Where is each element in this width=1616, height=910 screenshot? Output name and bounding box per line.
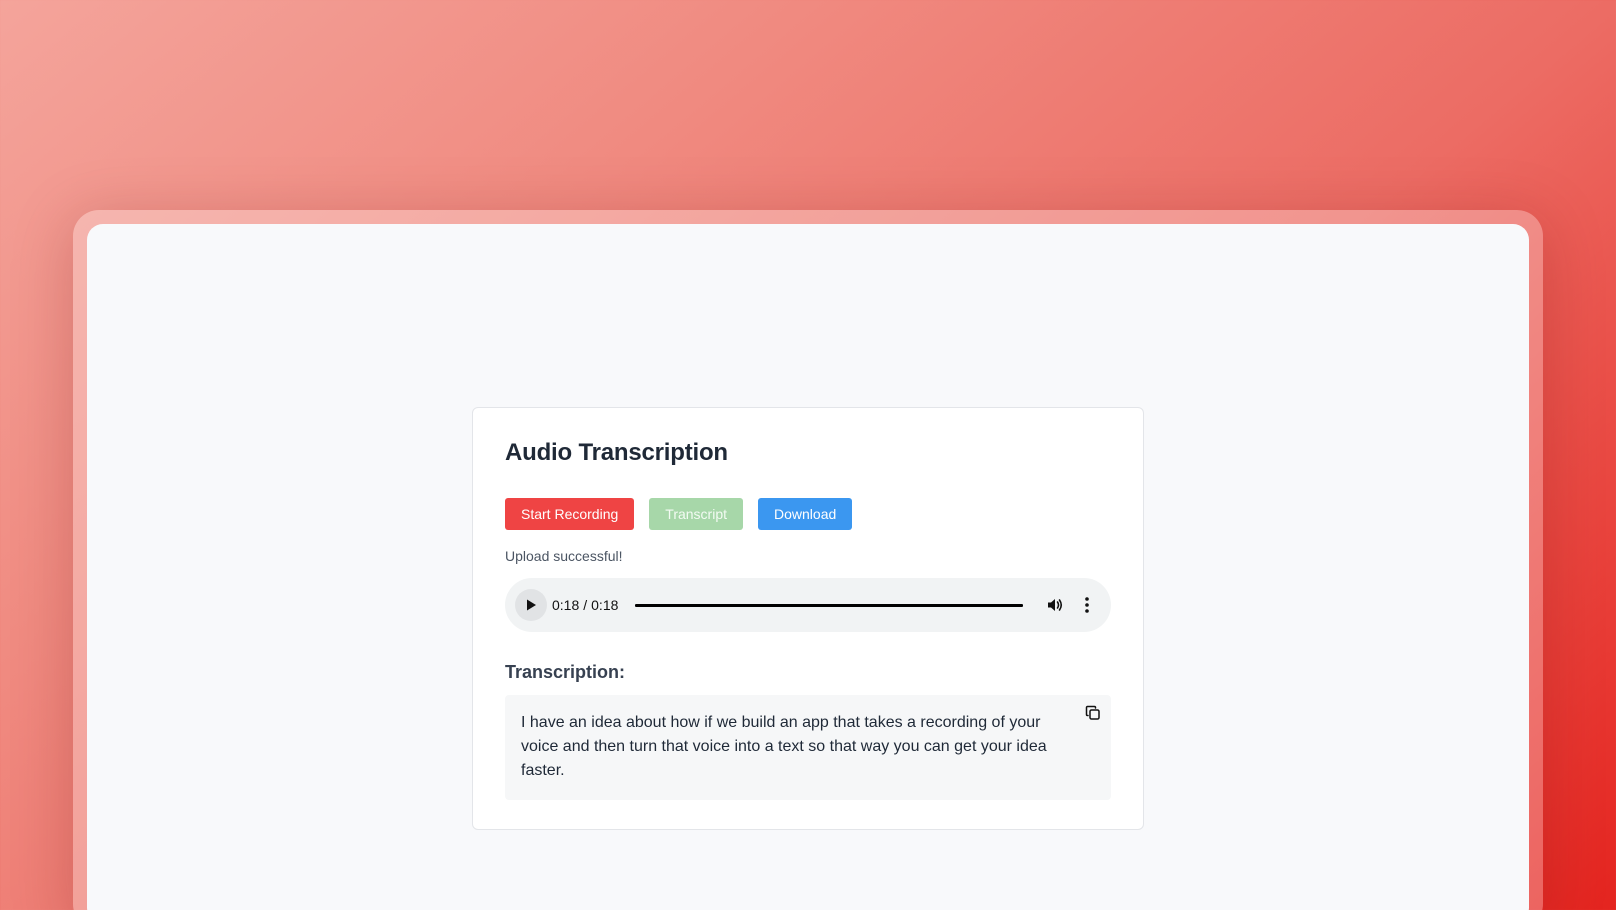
transcription-card: Audio Transcription Start Recording Tran… xyxy=(472,407,1144,830)
download-button[interactable]: Download xyxy=(758,498,853,530)
start-recording-button[interactable]: Start Recording xyxy=(505,498,635,530)
time-display: 0:18/0:18 xyxy=(552,597,619,613)
volume-icon xyxy=(1048,599,1063,611)
more-options-button[interactable] xyxy=(1075,593,1099,617)
volume-button[interactable] xyxy=(1043,593,1067,617)
copy-button[interactable] xyxy=(1083,703,1103,723)
current-time: 0:18 xyxy=(552,597,580,613)
copy-icon xyxy=(1085,705,1100,720)
status-message: Upload successful! xyxy=(505,548,623,564)
transcript-button[interactable]: Transcript xyxy=(649,498,743,530)
audio-player: 0:18/0:18 xyxy=(505,578,1111,632)
page-title: Audio Transcription xyxy=(505,439,728,466)
action-buttons: Start Recording Transcript Download xyxy=(505,498,1111,530)
more-vertical-icon xyxy=(1085,597,1090,613)
audio-progress-slider[interactable] xyxy=(635,603,1024,607)
transcription-box: I have an idea about how if we build an … xyxy=(505,695,1111,800)
play-button[interactable] xyxy=(515,589,547,621)
audio-progress-fill xyxy=(635,603,1024,607)
transcription-text: I have an idea about how if we build an … xyxy=(521,714,1047,779)
transcription-heading: Transcription: xyxy=(505,662,626,682)
duration: 0:18 xyxy=(591,597,619,613)
play-icon xyxy=(527,599,536,611)
